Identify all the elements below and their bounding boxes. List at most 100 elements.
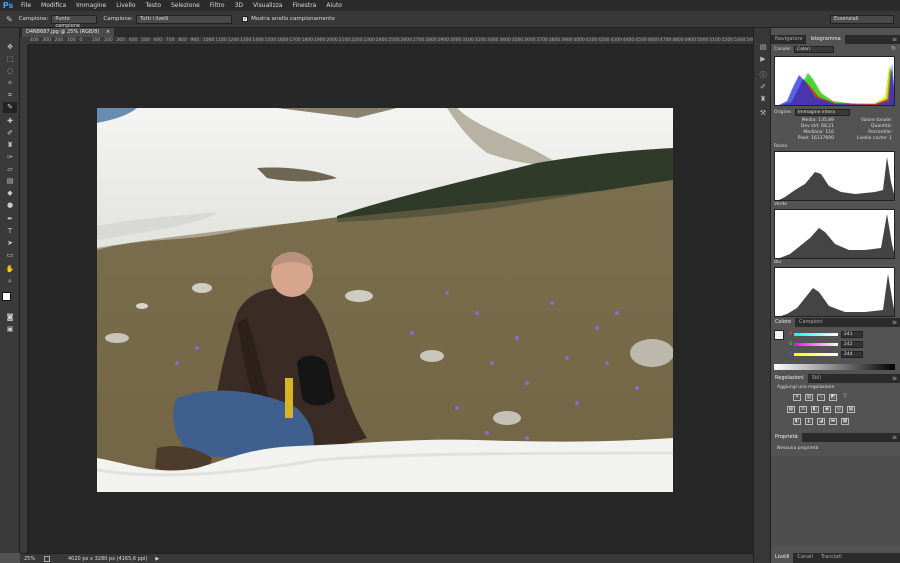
info-panel-icon[interactable]: ⓘ [757, 70, 769, 80]
slider-g-value[interactable]: 242 [841, 341, 863, 348]
horizontal-ruler[interactable]: 400 300 200 100 0 100 200 300 400 500 600 700 800 900… [28, 37, 753, 45]
pen-tool-icon[interactable]: ✒ [3, 214, 17, 225]
tab-histogram[interactable]: Istogramma [806, 35, 845, 44]
info-menu-arrow-icon[interactable]: ▶ [155, 556, 159, 562]
gradient-tool-icon[interactable]: ▤ [3, 176, 17, 187]
history-brush-tool-icon[interactable]: ✑ [3, 152, 17, 163]
quick-mask-icon[interactable]: ◙ [3, 312, 17, 323]
menu-modifica[interactable]: Modifica [36, 0, 71, 11]
slider-r[interactable]: R 241 [789, 331, 863, 338]
menu-filtro[interactable]: Filtro [205, 0, 230, 11]
color-lookup-icon[interactable]: ▦ [847, 406, 855, 413]
gradient-map-icon[interactable]: ▬ [829, 418, 837, 425]
menu-3d[interactable]: 3D [230, 0, 248, 11]
slider-b-value[interactable]: 244 [841, 351, 863, 358]
refresh-icon[interactable]: ↻ [891, 45, 896, 52]
ruler-tick: 2200 [351, 38, 363, 43]
sample-size-select[interactable]: Punto campione [51, 14, 98, 29]
document-photo[interactable] [97, 108, 673, 492]
hand-tool-icon[interactable]: ✋ [3, 264, 17, 275]
foreground-color-swatch[interactable] [2, 292, 11, 301]
close-tab-icon[interactable]: × [106, 29, 110, 35]
menu-livello[interactable]: Livello [111, 0, 140, 11]
selective-color-icon[interactable]: ▩ [841, 418, 849, 425]
ruler-tick: 700 [165, 38, 175, 43]
menu-immagine[interactable]: Immagine [71, 0, 111, 11]
menu-aiuto[interactable]: Aiuto [321, 0, 347, 11]
marquee-tool-icon[interactable]: ⬚ [3, 54, 17, 65]
brightness-icon[interactable]: ☀ [793, 394, 801, 401]
slider-g[interactable]: G 242 [789, 341, 863, 348]
tab-channels[interactable]: Canali [793, 553, 817, 563]
black-white-icon[interactable]: ◧ [811, 406, 819, 413]
history-panel-icon[interactable]: ▤ [757, 42, 769, 52]
document-tab-bar: D4N8687.jpg @ 25% (RGB/8) × [20, 28, 753, 37]
eyedropper-tool-icon[interactable]: ✎ [3, 102, 17, 113]
menu-testo[interactable]: Testo [141, 0, 167, 11]
channel-mixer-icon[interactable]: ◎ [835, 406, 843, 413]
properties-panel-tabs: Proprietà ≡ [771, 433, 900, 442]
healing-tool-icon[interactable]: ✚ [3, 116, 17, 127]
zoom-tool-icon[interactable]: ⌕ [3, 276, 17, 287]
tab-adjustments[interactable]: Regolazioni [771, 374, 808, 383]
blur-tool-icon[interactable]: ◆ [3, 188, 17, 199]
panel-menu-icon[interactable]: ≡ [892, 35, 897, 44]
vertical-ruler[interactable] [20, 45, 28, 553]
sample-layers-select[interactable]: Tutti i livelli [136, 14, 233, 24]
hue-saturation-icon[interactable]: ▦ [787, 406, 795, 413]
tab-layers[interactable]: Livelli [771, 553, 794, 563]
brush-panel-icon[interactable]: ✐ [757, 82, 769, 92]
tab-paths[interactable]: Tracciati [817, 553, 846, 563]
lasso-tool-icon[interactable]: ◌ [3, 66, 17, 77]
zoom-level[interactable]: 25% [20, 556, 40, 562]
tab-color[interactable]: Colore [771, 318, 796, 327]
workspace-select[interactable]: Essenziali [830, 15, 894, 24]
slider-b[interactable]: B 244 [789, 351, 863, 358]
menu-finestra[interactable]: Finestra [288, 0, 322, 11]
status-bar-icon[interactable] [44, 555, 50, 562]
menu-file[interactable]: File [16, 0, 36, 11]
brush-tool-icon[interactable]: ✐ [3, 128, 17, 139]
adjustments-menu-icon[interactable]: ≡ [892, 374, 897, 383]
tab-navigator[interactable]: Navigatore [771, 35, 806, 44]
exposure-icon[interactable]: ◩ [829, 394, 837, 401]
levels-icon[interactable]: ▥ [805, 394, 813, 401]
path-select-tool-icon[interactable]: ➤ [3, 238, 17, 249]
color-foreground-swatch[interactable] [774, 330, 784, 340]
tools-panel: ✥ ⬚ ◌ ✧ ⌗ ✎ ✚ ✐ ♜ ✑ ▱ ▤ ◆ ● ✒ T ➤ ▭ ✋ ⌕ … [0, 28, 20, 553]
actions-panel-icon[interactable]: ▶ [757, 54, 769, 64]
origin-select[interactable]: Immagine intera [794, 109, 850, 116]
clone-source-icon[interactable]: ♜ [757, 94, 769, 104]
ring-checkbox[interactable]: ✓ [242, 16, 249, 22]
menu-visualizza[interactable]: Visualizza [248, 0, 288, 11]
type-tool-icon[interactable]: T [3, 226, 17, 237]
eyedropper-icon[interactable]: ✎ [6, 15, 13, 24]
color-ramp[interactable] [774, 364, 895, 370]
document-tab[interactable]: D4N8687.jpg @ 25% (RGB/8) × [22, 28, 115, 37]
properties-menu-icon[interactable]: ≡ [892, 433, 897, 442]
color-panel-menu-icon[interactable]: ≡ [892, 318, 897, 327]
tab-swatches[interactable]: Campioni [795, 318, 827, 327]
move-tool-icon[interactable]: ✥ [3, 42, 17, 53]
ruler-corner [20, 37, 28, 45]
crop-tool-icon[interactable]: ⌗ [3, 90, 17, 101]
screen-mode-icon[interactable]: ▣ [3, 324, 17, 335]
eraser-tool-icon[interactable]: ▱ [3, 164, 17, 175]
invert-icon[interactable]: ◐ [793, 418, 801, 425]
photo-filter-icon[interactable]: ◉ [823, 406, 831, 413]
tab-styles[interactable]: Stili [808, 374, 825, 383]
curves-icon[interactable]: ∿ [817, 394, 825, 401]
shape-tool-icon[interactable]: ▭ [3, 250, 17, 261]
slider-r-value[interactable]: 241 [841, 331, 863, 338]
menu-selezione[interactable]: Selezione [166, 0, 205, 11]
channel-select[interactable]: Colori [794, 46, 835, 53]
vibrance-icon[interactable]: ▽ [841, 394, 849, 401]
threshold-icon[interactable]: ◪ [817, 418, 825, 425]
stamp-tool-icon[interactable]: ♜ [3, 140, 17, 151]
posterize-icon[interactable]: ◭ [805, 418, 813, 425]
dodge-tool-icon[interactable]: ● [3, 200, 17, 211]
color-balance-icon[interactable]: ⚖ [799, 406, 807, 413]
quick-select-tool-icon[interactable]: ✧ [3, 78, 17, 89]
tool-presets-icon[interactable]: ⚒ [757, 108, 769, 118]
tab-properties[interactable]: Proprietà [771, 433, 802, 442]
